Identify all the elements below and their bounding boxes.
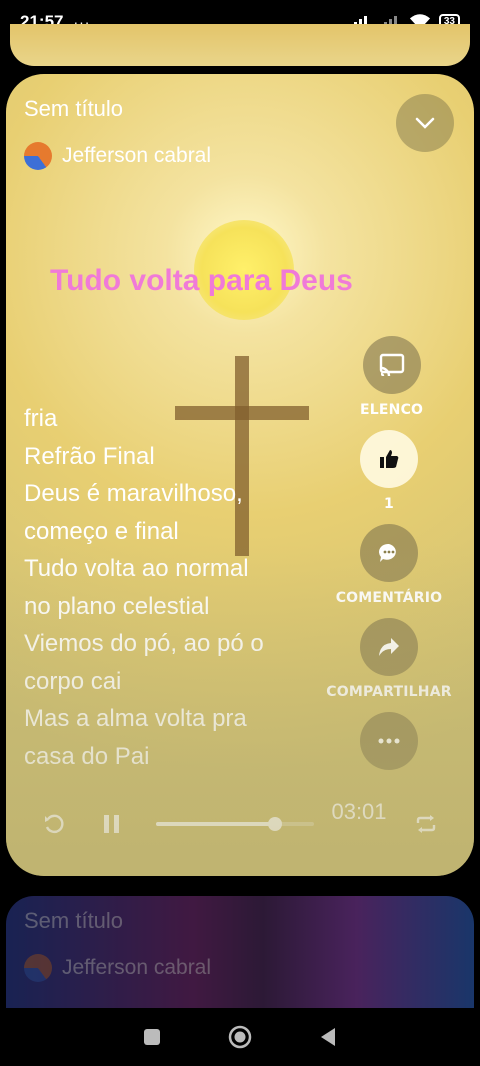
time-display: 03:01: [331, 799, 387, 824]
next-author-name: Jefferson cabral: [62, 956, 212, 979]
cast-icon: [379, 353, 404, 377]
next-song-title: Sem título: [24, 908, 124, 933]
progress-slider[interactable]: [156, 817, 314, 831]
next-card[interactable]: Sem título Jefferson cabral: [6, 896, 474, 1016]
share-button[interactable]: [360, 618, 418, 676]
lyric-line: começo e final: [24, 517, 179, 545]
comment-action[interactable]: COMENTÁRIO: [333, 524, 445, 606]
share-icon: [379, 638, 399, 656]
comment-label: COMENTÁRIO: [335, 590, 443, 606]
next-avatar: [24, 954, 52, 982]
like-count: 1: [384, 496, 394, 512]
author-name: Jefferson cabral: [62, 144, 212, 167]
song-title: Sem título: [24, 96, 124, 121]
share-action[interactable]: COMPARTILHAR: [323, 618, 455, 700]
home-icon[interactable]: [228, 1025, 252, 1049]
lyric-line: Mas a alma volta pra: [24, 705, 247, 732]
cast-button[interactable]: [362, 336, 421, 394]
progress-fill: [156, 822, 275, 826]
recents-icon[interactable]: [143, 1028, 161, 1046]
back-icon[interactable]: [319, 1027, 337, 1047]
replay-button[interactable]: [40, 810, 68, 838]
lyric-line: Deus é maravilhoso,: [24, 480, 243, 507]
lyric-line: corpo cai: [24, 667, 122, 695]
thumbs-up-icon: [380, 450, 399, 468]
lyric-line: no plano celestial: [24, 592, 210, 620]
navigation-bar: [0, 1008, 480, 1066]
progress-handle[interactable]: [267, 817, 282, 831]
comment-icon: [378, 543, 396, 562]
lyric-line: fria: [24, 405, 58, 432]
lyric-line: casa do Pai: [24, 742, 150, 770]
cast-label: ELENCO: [360, 402, 424, 418]
repeat-icon: [416, 815, 436, 833]
next-author-row: Jefferson cabral: [24, 954, 211, 982]
lyric-line: Refrão Final: [24, 442, 155, 470]
like-button[interactable]: [360, 430, 418, 488]
repeat-button[interactable]: [412, 810, 440, 838]
player-controls: 03:01: [6, 790, 474, 870]
cast-action[interactable]: ELENCO: [360, 336, 423, 418]
comment-button[interactable]: [360, 524, 418, 582]
lyric-line: Viemos do pó, ao pó o: [24, 630, 264, 657]
avatar: [24, 142, 52, 170]
chevron-down-icon: [415, 117, 435, 129]
more-action[interactable]: [360, 712, 418, 770]
more-icon: [378, 738, 400, 744]
like-action[interactable]: 1: [360, 430, 418, 512]
player-card: Sem título Jefferson cabral Tudo volta p…: [6, 74, 474, 876]
replay-icon: [45, 814, 64, 834]
lyric-line: Tudo volta ao normal: [24, 555, 249, 582]
share-label: COMPARTILHAR: [326, 684, 452, 700]
pause-icon: [104, 815, 119, 833]
song-heading: Tudo volta para Deus: [50, 264, 353, 297]
author-row[interactable]: Jefferson cabral: [24, 142, 211, 170]
more-button[interactable]: [360, 712, 418, 770]
pause-button[interactable]: [98, 810, 126, 838]
previous-card[interactable]: [10, 24, 470, 66]
lyrics: fria Refrão Final Deus é maravilhoso, co…: [24, 400, 324, 775]
collapse-button[interactable]: [396, 94, 454, 152]
